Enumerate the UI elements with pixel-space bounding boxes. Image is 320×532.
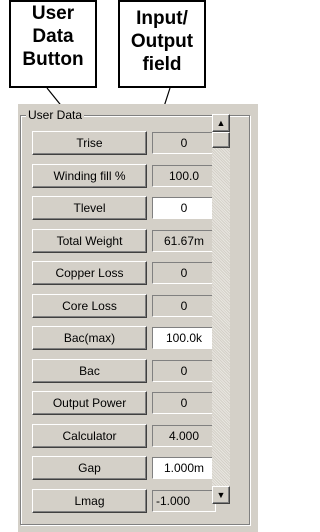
io-field[interactable]: 4.000	[152, 425, 216, 447]
groupbox-title: User Data	[26, 108, 85, 122]
user-data-button[interactable]: Bac	[32, 359, 147, 383]
io-field[interactable]: 0	[152, 132, 216, 154]
user-data-button[interactable]: Output Power	[32, 391, 147, 415]
io-field[interactable]: 0	[152, 262, 216, 284]
user-data-button[interactable]: Winding fill %	[32, 164, 147, 188]
io-field[interactable]: 61.67m	[152, 230, 216, 252]
scroll-down-arrow-icon: ▼	[216, 490, 226, 500]
user-data-button[interactable]: Total Weight	[32, 229, 147, 253]
scroll-up-button[interactable]: ▲	[212, 114, 230, 132]
callout-line: Button	[22, 49, 84, 70]
io-field[interactable]: 100.0	[152, 165, 216, 187]
scrollbar-thumb[interactable]	[212, 132, 230, 148]
callout-line: User	[31, 3, 75, 24]
user-data-button[interactable]: Bac(max)	[32, 326, 147, 350]
user-data-button[interactable]: Trise	[32, 131, 147, 155]
user-data-panel: User Data Trise 0 Winding fill % 100.0 Tleve…	[18, 104, 258, 532]
scroll-down-button[interactable]: ▼	[212, 486, 230, 504]
callout-line: Input/	[136, 8, 188, 29]
user-data-button[interactable]: Copper Loss	[32, 261, 147, 285]
vertical-scrollbar[interactable]: ▲ ▼	[212, 114, 230, 504]
callout-input-output-field: Input/ Output field	[118, 0, 206, 88]
io-field[interactable]: 100.0k	[152, 327, 216, 349]
user-data-button[interactable]: Gap	[32, 456, 147, 480]
scroll-up-arrow-icon: ▲	[216, 118, 226, 128]
callout-line: field	[142, 54, 182, 75]
user-data-button[interactable]: Calculator	[32, 424, 147, 448]
io-field[interactable]: 0	[152, 295, 216, 317]
io-field[interactable]: 1.000m	[152, 457, 216, 479]
user-data-button[interactable]: Lmag	[32, 489, 147, 513]
io-field[interactable]: 0	[152, 392, 216, 414]
callout-line: Data	[32, 26, 74, 47]
io-field[interactable]: 0	[152, 360, 216, 382]
io-field[interactable]: 0	[152, 197, 216, 219]
callout-line: Output	[130, 31, 194, 52]
user-data-button[interactable]: Core Loss	[32, 294, 147, 318]
callout-user-data-button: User Data Button	[9, 0, 97, 88]
user-data-button[interactable]: Tlevel	[32, 196, 147, 220]
io-field[interactable]: -1.000	[152, 490, 216, 512]
